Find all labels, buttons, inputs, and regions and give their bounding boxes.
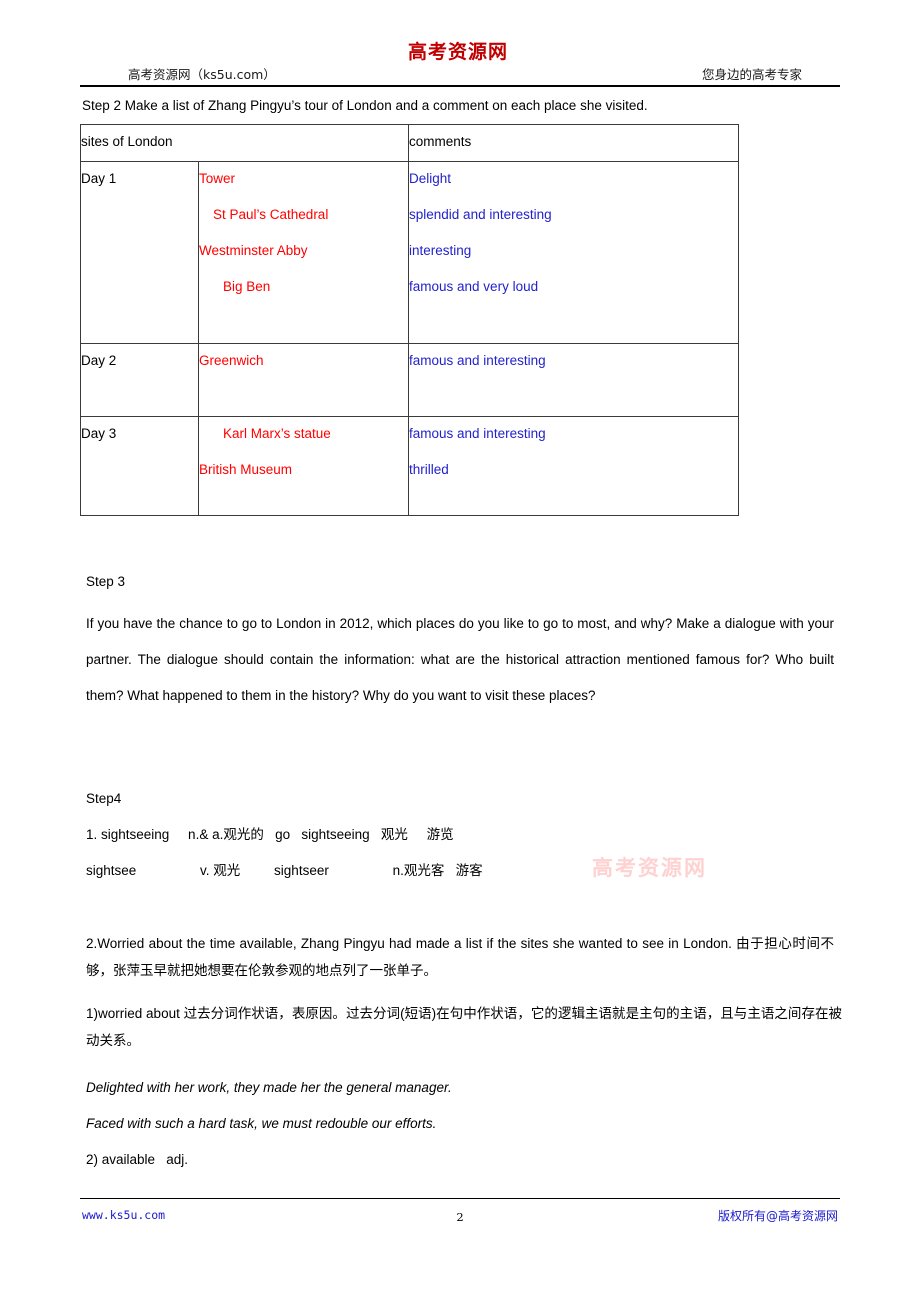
sites-cell: Tower St Paul’s Cathedral Westminster Ab…: [197, 161, 410, 344]
step4-label: Step4: [86, 791, 122, 806]
document-page: 高考资源网 高考资源网（ks5u.com） 您身边的高考专家 Step 2 Ma…: [0, 0, 920, 1302]
comment-item: interesting: [409, 243, 472, 258]
sites-cell: Karl Marx’s statue British Museum: [197, 416, 410, 516]
header-right-text: 您身边的高考专家: [701, 67, 802, 82]
site-logo: 高考资源网: [407, 41, 508, 63]
site-item: British Museum: [199, 462, 293, 477]
header-left-text: 高考资源网（ks5u.com）: [128, 67, 276, 82]
vocab-entry-sightseeing: 1. sightseeing n.& a.观光的 go sightseeing …: [86, 827, 454, 842]
site-item: St Paul’s Cathedral: [213, 207, 329, 222]
table-header-sites: sites of London: [79, 124, 410, 162]
example-sentence-1: Delighted with her work, they made her t…: [86, 1080, 452, 1095]
vocab-entry-sightsee: sightsee v. 观光 sightseer n.观光客 游客: [86, 863, 483, 878]
site-item: Karl Marx’s statue: [223, 426, 331, 441]
site-item: Tower: [199, 171, 236, 186]
day-label: Day 3: [80, 416, 199, 516]
step3-label: Step 3: [86, 574, 126, 589]
table-row: Day 2 Greenwich famous and interesting: [80, 343, 740, 417]
page-header: 高考资源网 高考资源网（ks5u.com） 您身边的高考专家: [80, 41, 840, 87]
table-header-comments: comments: [408, 124, 740, 162]
comment-item: thrilled: [409, 462, 449, 477]
comments-cell: famous and interesting: [408, 343, 740, 417]
comment-item: famous and interesting: [409, 426, 546, 441]
site-item: Greenwich: [199, 353, 264, 368]
table-row: Day 1 Tower St Paul’s Cathedral Westmins…: [80, 161, 740, 344]
day-label: Day 2: [80, 343, 199, 417]
comments-cell: Delight splendid and interesting interes…: [408, 161, 740, 344]
site-item: Westminster Abby: [199, 243, 308, 258]
step2-instruction: Step 2 Make a list of Zhang Pingyu’s tou…: [82, 98, 648, 113]
header-divider: [80, 85, 840, 87]
note-item-2: 2.Worried about the time available, Zhan…: [86, 936, 834, 978]
tour-table: sites of London comments Day 1 Tower St …: [79, 124, 740, 516]
comments-cell: famous and interesting thrilled: [408, 416, 740, 516]
comment-item: famous and interesting: [409, 353, 546, 368]
example-sentence-2: Faced with such a hard task, we must red…: [86, 1116, 437, 1131]
comment-item: splendid and interesting: [409, 207, 552, 222]
step3-body: If you have the chance to go to London i…: [86, 616, 834, 703]
comment-item: famous and very loud: [409, 279, 539, 294]
comment-item: Delight: [409, 171, 452, 186]
table-header-row: sites of London comments: [79, 124, 740, 162]
day-label: Day 1: [80, 161, 199, 344]
sites-cell: Greenwich: [197, 343, 410, 417]
site-item: Big Ben: [223, 279, 271, 294]
note-item-2-sub2: 2) available adj.: [86, 1152, 189, 1167]
footer-copyright: 版权所有@高考资源网: [717, 1209, 838, 1223]
note-item-2-sub1: 1)worried about 过去分词作状语，表原因。过去分词(短语)在句中作…: [86, 1006, 842, 1048]
table-row: Day 3 Karl Marx’s statue British Museum …: [80, 416, 740, 516]
page-watermark: 高考资源网: [592, 856, 707, 880]
footer-divider: [80, 1198, 840, 1199]
